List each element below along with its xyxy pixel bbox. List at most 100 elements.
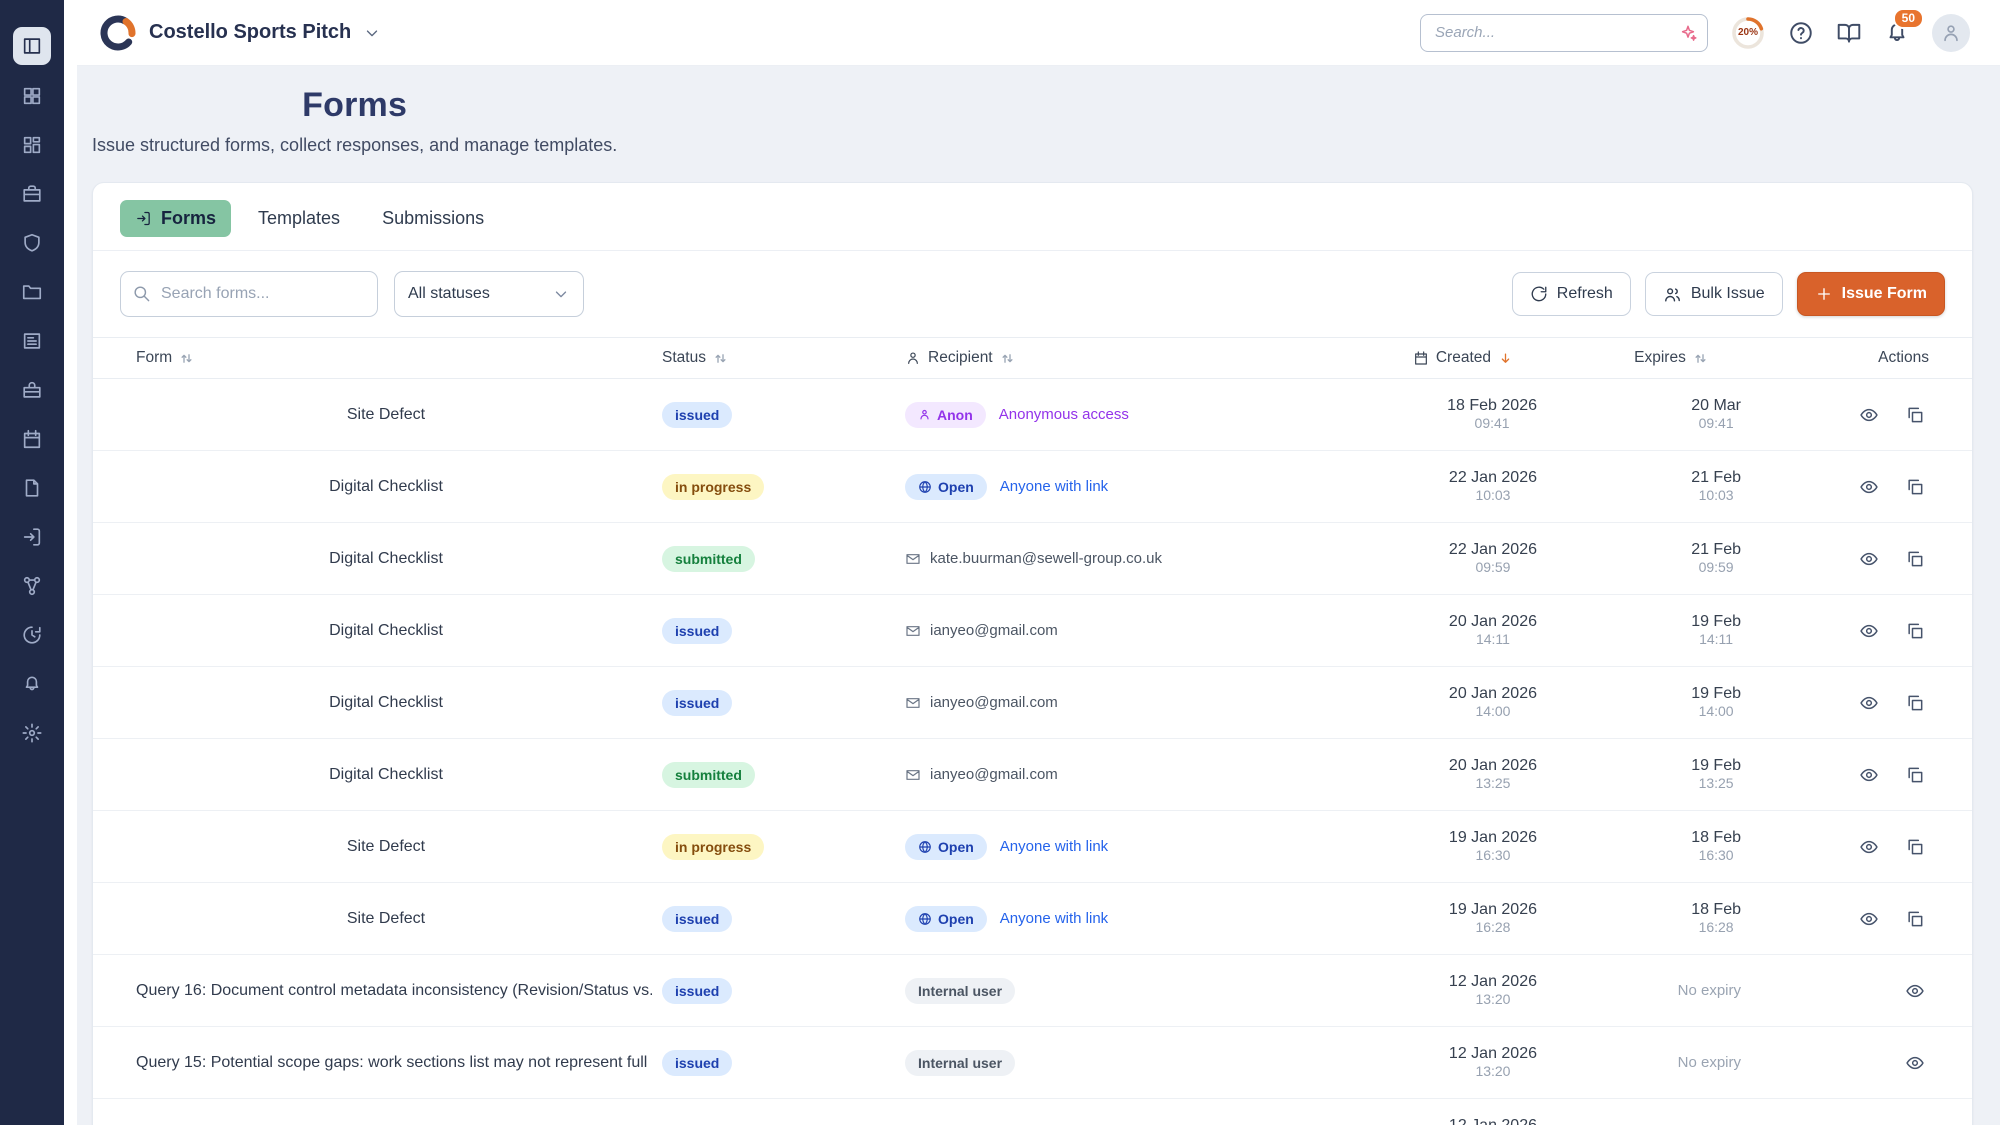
expires-date: 18 Feb16:28 [1691, 901, 1741, 937]
copy-icon [1905, 765, 1925, 785]
view-button[interactable] [1859, 837, 1879, 857]
tab-submissions[interactable]: Submissions [367, 200, 499, 237]
copy-button[interactable] [1905, 621, 1925, 641]
view-button[interactable] [1859, 765, 1879, 785]
sort-icon [1693, 351, 1708, 366]
view-button[interactable] [1859, 549, 1879, 569]
recipient-link[interactable]: Anyone with link [1000, 478, 1108, 495]
sort-icon[interactable] [1693, 351, 1708, 366]
table-row[interactable]: Site Defect issued AnonAnonymous access … [93, 379, 1972, 451]
copy-button[interactable] [1905, 837, 1925, 857]
table-row[interactable]: Digital Checklist issued ianyeo@gmail.co… [93, 667, 1972, 739]
view-button[interactable] [1905, 1053, 1925, 1073]
tab-forms[interactable]: Forms [120, 200, 231, 237]
refresh-button[interactable]: Refresh [1512, 272, 1631, 316]
notification-count-badge: 50 [1893, 8, 1924, 29]
issue-form-button[interactable]: Issue Form [1797, 272, 1945, 316]
copy-button[interactable] [1905, 405, 1925, 425]
expires-date: 19 Feb14:00 [1691, 685, 1741, 721]
created-cell: 19 Jan 202616:30 [1378, 829, 1569, 865]
sidebar-item-projects[interactable] [21, 183, 43, 205]
status-cell: in progress [652, 474, 893, 500]
created-date: 12 Jan 202613:20 [1449, 1045, 1537, 1081]
sidebar-item-settings[interactable] [21, 722, 43, 744]
table-row[interactable]: Digital Checklist issued ianyeo@gmail.co… [93, 595, 1972, 667]
help-button[interactable] [1788, 20, 1814, 46]
help-icon [1788, 20, 1814, 46]
status-filter-value: All statuses [408, 285, 490, 303]
sidebar-item-workspace[interactable] [13, 27, 51, 65]
table-row[interactable]: Digital Checklist submitted ianyeo@gmail… [93, 739, 1972, 811]
tab-templates[interactable]: Templates [243, 200, 355, 237]
created-date: 22 Jan 202609:59 [1449, 541, 1537, 577]
sidebar-item-forms[interactable] [21, 526, 43, 548]
eye-icon [1859, 693, 1879, 713]
table-row[interactable]: Site Defect in progress OpenAnyone with … [93, 811, 1972, 883]
sidebar-item-apps[interactable] [21, 134, 43, 156]
view-button[interactable] [1859, 405, 1879, 425]
issue-form-label: Issue Form [1842, 285, 1927, 303]
column-header-recipient[interactable]: Recipient [893, 349, 1378, 367]
table-row[interactable]: Query 15: Potential scope gaps: work sec… [93, 1027, 1972, 1099]
sidebar-item-history[interactable] [21, 624, 43, 646]
docs-button[interactable] [1836, 20, 1862, 46]
table-row[interactable]: Digital Checklist in progress Open Anyone… [93, 451, 1972, 523]
sidebar-item-calendar[interactable] [21, 428, 43, 450]
global-search-input[interactable] [1420, 14, 1708, 52]
users-icon [1663, 285, 1682, 304]
expires-date: 21 Feb10:03 [1691, 469, 1741, 505]
sidebar-item-reports[interactable] [21, 330, 43, 352]
recipient-cell: Open Anyone with link [893, 474, 1378, 500]
top-header: Costello Sports Pitch 20% 50 [77, 0, 2000, 66]
sort-icon[interactable] [713, 351, 728, 366]
sidebar-item-files[interactable] [21, 477, 43, 499]
copy-button[interactable] [1905, 765, 1925, 785]
copy-button[interactable] [1905, 477, 1925, 497]
sidebar-item-toolbox[interactable] [21, 379, 43, 401]
status-badge: in progress [662, 834, 764, 860]
sort-desc-icon[interactable] [1498, 351, 1513, 366]
sort-icon[interactable] [179, 351, 194, 366]
copy-button[interactable] [1905, 693, 1925, 713]
column-header-form[interactable]: Form [120, 349, 652, 367]
view-button[interactable] [1905, 981, 1925, 1001]
sidebar-item-notifications[interactable] [21, 673, 43, 695]
sidebar-item-safety[interactable] [21, 232, 43, 254]
table-row[interactable]: Query 16: Document control metadata inco… [93, 955, 1972, 1027]
arrowdown-icon [1498, 351, 1513, 366]
sort-icon[interactable] [1000, 351, 1015, 366]
usage-ring[interactable]: 20% [1730, 15, 1766, 51]
view-button[interactable] [1859, 909, 1879, 929]
table-row[interactable]: Digital Checklist submitted kate.buurman… [93, 523, 1972, 595]
workspace-switcher[interactable]: Costello Sports Pitch [99, 14, 381, 52]
table-row[interactable]: 12 Jan 202613:20 [93, 1099, 1972, 1125]
copy-button[interactable] [1905, 909, 1925, 929]
view-button[interactable] [1859, 477, 1879, 497]
status-badge: issued [662, 690, 732, 716]
table-row[interactable]: Site Defect issued OpenAnyone with link … [93, 883, 1972, 955]
recipient-link[interactable]: Anonymous access [999, 406, 1129, 423]
bulk-issue-button[interactable]: Bulk Issue [1645, 272, 1783, 316]
recipient-link[interactable]: Anyone with link [1000, 910, 1108, 927]
avatar[interactable] [1932, 14, 1970, 52]
view-button[interactable] [1859, 693, 1879, 713]
sidebar-item-documents[interactable] [21, 281, 43, 303]
recipient-badge-open: Open [905, 474, 987, 500]
form-name: Digital Checklist [120, 478, 652, 496]
status-cell: issued [652, 906, 893, 932]
settings-icon [21, 722, 43, 744]
sidebar-item-dashboard[interactable] [21, 85, 43, 107]
expires-date: 21 Feb09:59 [1691, 541, 1741, 577]
globe-icon [918, 480, 932, 494]
column-header-expires[interactable]: Expires [1569, 349, 1773, 367]
column-header-created[interactable]: Created [1378, 349, 1569, 367]
view-button[interactable] [1859, 621, 1879, 641]
notifications-button[interactable]: 50 [1884, 20, 1910, 46]
copy-button[interactable] [1905, 549, 1925, 569]
book-icon [1836, 20, 1862, 46]
recipient-link[interactable]: Anyone with link [1000, 838, 1108, 855]
sidebar-item-integrations[interactable] [21, 575, 43, 597]
column-header-status[interactable]: Status [652, 349, 893, 367]
status-filter-select[interactable]: All statuses [394, 271, 584, 317]
forms-search-input[interactable] [120, 271, 378, 317]
